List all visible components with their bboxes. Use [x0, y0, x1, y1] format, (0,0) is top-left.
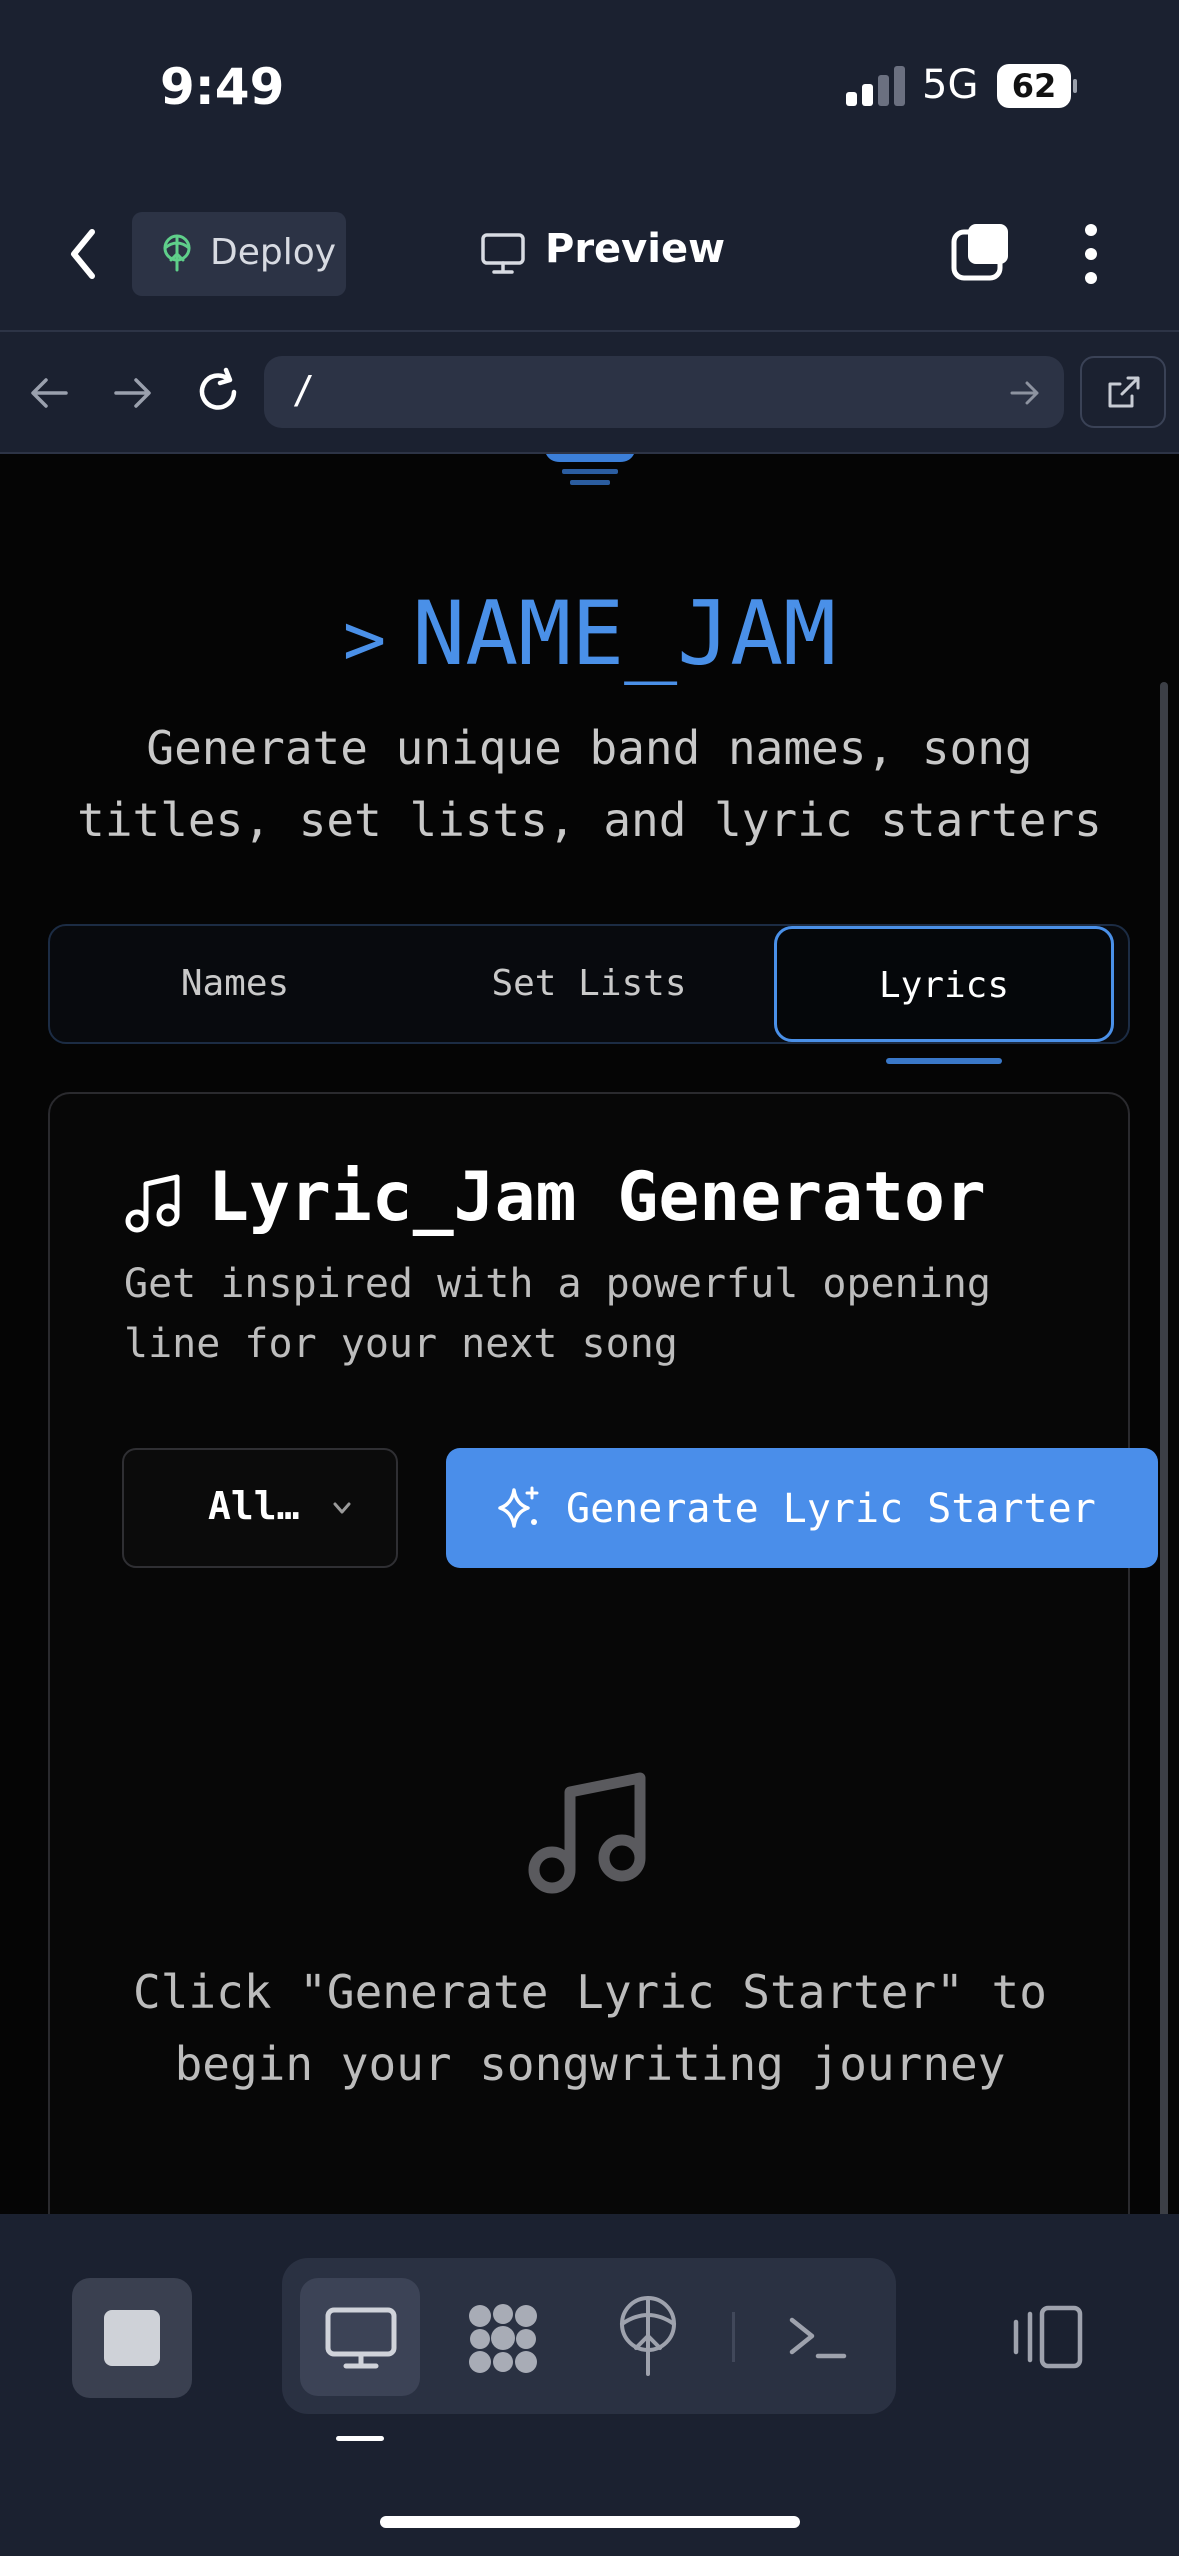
- title-prompt: >: [342, 597, 387, 681]
- tabs-icon[interactable]: [950, 222, 1012, 284]
- home-indicator[interactable]: [380, 2516, 800, 2528]
- chevron-down-icon: [333, 1502, 351, 1514]
- more-vertical-icon[interactable]: [1076, 222, 1106, 286]
- deploy-icon: [163, 234, 191, 272]
- card-description-line: line for your next song: [124, 1321, 678, 1367]
- tab-set-lists[interactable]: Set Lists: [414, 924, 764, 1044]
- page-subtitle: Generate unique band names, song titles,…: [0, 712, 1179, 856]
- tab-names[interactable]: Names: [60, 924, 410, 1044]
- url-input[interactable]: [264, 356, 1064, 428]
- tab-indicator: [886, 1058, 1002, 1064]
- toolbar-divider: [732, 2312, 735, 2362]
- url-text: /: [292, 368, 315, 412]
- status-time: 9:49: [160, 58, 285, 116]
- stop-icon: [104, 2310, 160, 2366]
- card-title: Lyric_Jam Generator: [208, 1158, 986, 1237]
- tab-lyrics[interactable]: Lyrics: [774, 926, 1114, 1042]
- sparkles-icon: [498, 1486, 539, 1528]
- active-view-indicator: [336, 2436, 384, 2441]
- deploy-tree-icon[interactable]: [614, 2296, 682, 2376]
- grid-blob-icon[interactable]: [466, 2302, 540, 2374]
- subtitle-line: Generate unique band names, song: [146, 721, 1033, 775]
- desktop-icon[interactable]: [324, 2306, 398, 2370]
- card-description-line: Get inspired with a powerful opening: [124, 1261, 991, 1307]
- arrow-right-icon[interactable]: [1006, 374, 1044, 412]
- monitor-icon: [481, 233, 525, 274]
- terminal-icon[interactable]: [786, 2306, 848, 2366]
- logo-fragment-icon: [546, 454, 634, 485]
- page-title: > NAME_JAM: [0, 582, 1179, 685]
- signal-icon: [846, 66, 905, 106]
- open-external-icon: [1108, 376, 1140, 408]
- empty-state-line: Click "Generate Lyric Starter" to: [133, 1965, 1047, 2019]
- generate-lyric-label: Generate Lyric Starter: [566, 1486, 1096, 1532]
- arrow-left-icon[interactable]: [26, 370, 72, 416]
- reload-icon[interactable]: [192, 366, 244, 418]
- scrollbar[interactable]: [1160, 682, 1168, 2242]
- battery-icon: 62: [997, 64, 1077, 108]
- music-note-icon: [125, 1174, 180, 1233]
- subtitle-line: titles, set lists, and lyric starters: [77, 793, 1102, 847]
- side-panel-icon[interactable]: [1010, 2304, 1084, 2370]
- deploy-label: Deploy: [210, 232, 337, 273]
- empty-state-line: begin your songwriting journey: [174, 2037, 1006, 2091]
- arrow-right-icon[interactable]: [110, 370, 156, 416]
- music-note-icon: [528, 1772, 646, 1894]
- network-type: 5G: [922, 62, 979, 108]
- card-description: Get inspired with a powerful opening lin…: [124, 1254, 1024, 1374]
- battery-level: 62: [1011, 67, 1057, 105]
- empty-state-text: Click "Generate Lyric Starter" to begin …: [100, 1956, 1080, 2100]
- title-text: NAME_JAM: [412, 582, 837, 685]
- back-chevron-icon[interactable]: [62, 222, 106, 286]
- preview-title[interactable]: Preview: [545, 226, 725, 272]
- category-select-value: All…: [208, 1484, 300, 1528]
- open-external-button[interactable]: [1080, 356, 1166, 428]
